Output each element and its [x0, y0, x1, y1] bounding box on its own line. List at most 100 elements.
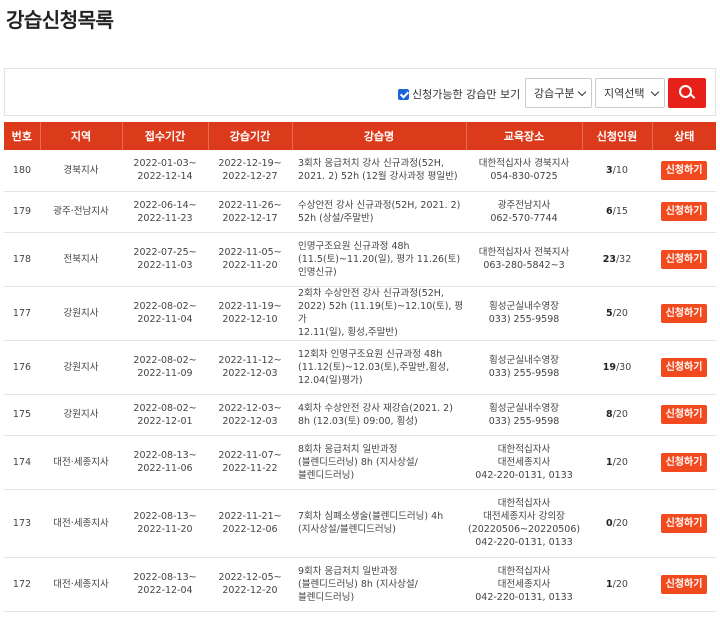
cell-course-line: 52h (상설/주말반): [298, 212, 374, 224]
cell-region: 대전·세종지사: [40, 557, 122, 612]
cell-period-line: 2022-12-06: [222, 524, 278, 535]
cell-course-line: 2021. 2) 52h (12월 강사과정 평일반): [298, 171, 458, 183]
cell-status: 신청하기: [652, 394, 716, 436]
table-row[interactable]: 173 대전·세종지사 2022-08-13~ 2022-11-20 2022-11-2…: [4, 489, 716, 558]
cell-place-line: 033) 255-9598: [488, 314, 560, 325]
cell-course[interactable]: 8회차 응급처치 일반과정 (블렌디드러닝) 8h (지사상설/블렌디드러닝): [292, 435, 466, 490]
cell-registration-line: 2022-11-09: [137, 368, 193, 379]
apply-button[interactable]: 신청하기: [660, 202, 708, 221]
checkbox-checked-icon[interactable]: [398, 88, 409, 100]
cell-course[interactable]: 9회차 응급처치 일반과정 (블렌디드러닝) 8h (지사상설/블렌디드러닝): [292, 557, 466, 612]
cell-course-line: 블렌디드러닝): [298, 469, 355, 481]
cell-registration: 2022-01-03~ 2022-12-14: [122, 150, 208, 192]
cell-period-line: 2022-12-20: [222, 585, 278, 596]
cell-course-line: 2회차 수상안전 강사 신규과정(52H,: [298, 288, 444, 299]
cell-course-line: 12.04(일)평가): [298, 374, 363, 386]
table-row[interactable]: 178 전북지사 2022-07-25~ 2022-11-03 2022-11-05~ 2…: [4, 232, 716, 287]
search-button[interactable]: [668, 78, 706, 108]
col-header-applicants[interactable]: 신청인원: [582, 122, 653, 150]
cell-applicants: 19/30: [582, 340, 652, 395]
apply-button[interactable]: 신청하기: [660, 574, 708, 594]
table-row[interactable]: 180 경북지사 2022-01-03~ 2022-12-14 2022-12-19~ 2…: [4, 150, 716, 192]
cell-course-line: (블렌디드러닝) 8h (지사상설/: [298, 578, 418, 590]
cell-place: 대한적십자사 전북지사 063-280-5842~3: [466, 232, 582, 287]
cell-course[interactable]: 12회차 인명구조요원 신규과정 48h (11.12(토)~12.03(토),주…: [292, 340, 466, 395]
cell-status: 신청하기: [652, 150, 716, 192]
cell-period: 2022-12-19~ 2022-12-27: [208, 150, 292, 192]
cell-number: 180: [4, 150, 40, 192]
apply-button[interactable]: 신청하기: [660, 357, 708, 377]
cell-place: 대한적십자사 경북지사 054-830-0725: [466, 150, 582, 192]
cell-course[interactable]: 3회차 응급처치 강사 신규과정(52H, 2021. 2) 52h (12월 강…: [292, 150, 466, 192]
cell-status: 신청하기: [652, 340, 716, 395]
cell-registration-line: 2022-08-13~: [133, 572, 197, 583]
cell-place-line: 광주전남지사: [497, 199, 551, 211]
applicants-current: 3: [606, 164, 613, 176]
cell-status: 신청하기: [652, 191, 716, 233]
cell-place-line: 042-220-0131, 0133: [475, 469, 573, 481]
cell-course-line: 8회차 응급처치 일반과정: [298, 443, 398, 455]
cell-period: 2022-11-12~ 2022-12-03: [208, 340, 292, 395]
table-row[interactable]: 174 대전·세종지사 2022-08-13~ 2022-11-06 2022-11-0…: [4, 435, 716, 490]
available-only-checkbox[interactable]: 신청가능한 강습만 보기: [398, 86, 520, 102]
cell-course[interactable]: 4회차 수상안전 강사 재강습(2021. 2) 8h (12.03(토) 09:…: [292, 394, 466, 436]
applicants-max: /10: [612, 164, 628, 176]
col-header-period[interactable]: 강습기간: [208, 122, 293, 150]
cell-applicants: 8/20: [582, 394, 652, 436]
table-row[interactable]: 177 강원지사 2022-08-02~ 2022-11-04 2022-11-19~ 2…: [4, 286, 716, 341]
cell-course-line: 인명신규): [298, 266, 337, 278]
cell-place-line: 횡성군실내수영장: [489, 402, 559, 414]
course-type-select[interactable]: 강습구분: [525, 78, 592, 108]
cell-period: 2022-12-05~ 2022-12-20: [208, 557, 292, 612]
cell-place-line: 063-280-5842~3: [483, 260, 565, 271]
col-header-place[interactable]: 교육장소: [466, 122, 583, 150]
cell-course-line: 12.11(일), 횡성,주말반): [298, 327, 398, 338]
apply-button[interactable]: 신청하기: [660, 405, 708, 424]
apply-button[interactable]: 신청하기: [660, 452, 708, 472]
table-row[interactable]: 175 강원지사 2022-08-02~ 2022-12-01 2022-12-03~ 2…: [4, 394, 716, 436]
cell-region: 강원지사: [40, 394, 122, 436]
cell-applicants: 0/20: [582, 489, 652, 558]
cell-region: 강원지사: [40, 340, 122, 395]
apply-button[interactable]: 신청하기: [660, 249, 708, 269]
cell-registration: 2022-08-13~ 2022-11-06: [122, 435, 208, 490]
region-select[interactable]: 지역선택: [595, 78, 665, 108]
cell-period: 2022-11-19~ 2022-12-10: [208, 286, 292, 341]
cell-registration-line: 2022-08-13~: [133, 450, 197, 461]
col-header-course[interactable]: 강습명: [292, 122, 467, 150]
cell-place-line: 대전세종지사 강의장: [483, 511, 565, 522]
col-header-region[interactable]: 지역: [40, 122, 123, 150]
apply-button[interactable]: 신청하기: [660, 160, 708, 180]
cell-period-line: 2022-12-10: [222, 314, 278, 325]
region-value: 지역선택: [604, 87, 645, 100]
cell-course[interactable]: 7회차 심폐소생술(블렌디드러닝) 4h (지사상설/블렌디드러닝): [292, 489, 466, 558]
cell-course[interactable]: 수상안전 강사 신규과정(52H, 2021. 2) 52h (상설/주말반): [292, 191, 466, 233]
cell-registration: 2022-08-13~ 2022-11-20: [122, 489, 208, 558]
cell-region: 강원지사: [40, 286, 122, 341]
filter-bar: 신청가능한 강습만 보기 강습구분 지역선택: [4, 68, 716, 116]
cell-course[interactable]: 2회차 수상안전 강사 신규과정(52H, 2022) 52h (11.19(토)…: [292, 286, 466, 341]
cell-period-line: 2022-11-12~: [218, 355, 282, 366]
cell-course-line: (11.12(토)~12.03(토),주말반,횡성,: [298, 361, 450, 373]
cell-place-line: 대한적십자사: [497, 498, 551, 509]
available-only-label: 신청가능한 강습만 보기: [412, 88, 521, 101]
cell-applicants: 6/15: [582, 191, 652, 233]
col-header-number[interactable]: 번호: [4, 122, 41, 150]
table-row[interactable]: 176 강원지사 2022-08-02~ 2022-11-09 2022-11-12~ 2…: [4, 340, 716, 395]
applicants-current: 8: [606, 409, 613, 420]
col-header-registration[interactable]: 접수기간: [122, 122, 209, 150]
cell-applicants: 1/20: [582, 435, 652, 490]
apply-button[interactable]: 신청하기: [660, 513, 708, 533]
col-header-status[interactable]: 상태: [652, 122, 716, 150]
cell-course[interactable]: 인명구조요원 신규과정 48h (11.5(토)~11.20(일), 평가 11.…: [292, 232, 466, 287]
applicants-max: /20: [612, 307, 628, 319]
cell-place-line: 대한적십자사 경북지사: [478, 158, 570, 170]
table-row[interactable]: 172 대전·세종지사 2022-08-13~ 2022-12-04 2022-12-0…: [4, 557, 716, 612]
cell-place-line: 대한적십자사: [497, 443, 551, 455]
cell-course-line: 7회차 심폐소생술(블렌디드러닝) 4h: [298, 511, 444, 522]
apply-button[interactable]: 신청하기: [660, 303, 708, 323]
table-row[interactable]: 179 광주·전남지사 2022-06-14~ 2022-11-23 2022-11-2…: [4, 191, 716, 233]
cell-course-line: 인명구조요원 신규과정 48h: [298, 240, 410, 252]
cell-period-line: 2022-11-22: [222, 463, 278, 474]
cell-place-line: 042-220-0131, 0133: [475, 591, 573, 603]
